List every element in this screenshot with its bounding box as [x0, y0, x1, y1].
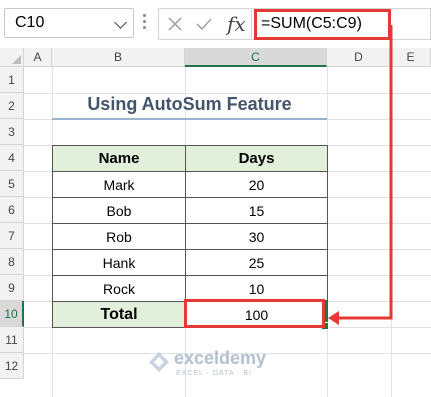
exceldemy-logo-icon [149, 352, 169, 372]
exceldemy-watermark: exceldemy EXCEL · DATA · BI [148, 348, 298, 380]
connector-arrow [328, 25, 393, 325]
watermark-name: exceldemy [174, 348, 267, 368]
watermark-tagline: EXCEL · DATA · BI [176, 370, 252, 377]
